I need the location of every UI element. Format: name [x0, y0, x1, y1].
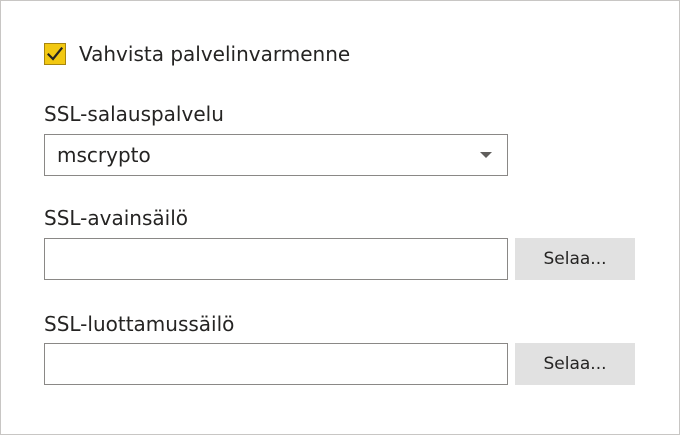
ssl-key-store-label: SSL-avainsäilö — [44, 206, 189, 230]
verify-server-certificate-checkbox[interactable] — [44, 43, 66, 65]
ssl-crypto-provider-select[interactable]: mscrypto — [44, 134, 508, 176]
ssl-crypto-provider-label: SSL-salauspalvelu — [44, 102, 224, 126]
ssl-trust-store-input[interactable] — [44, 343, 508, 385]
ssl-crypto-provider-value: mscrypto — [57, 143, 151, 167]
verify-server-certificate-option[interactable]: Vahvista palvelinvarmenne — [44, 42, 350, 66]
ssl-key-store-input[interactable] — [44, 238, 508, 280]
ssl-options-panel: Vahvista palvelinvarmenne SSL-salauspalv… — [0, 0, 680, 435]
verify-server-certificate-label: Vahvista palvelinvarmenne — [79, 42, 351, 66]
checkmark-icon — [47, 47, 63, 61]
ssl-trust-store-label: SSL-luottamussäilö — [44, 312, 235, 336]
ssl-key-store-browse-button[interactable]: Selaa... — [515, 238, 635, 280]
chevron-down-icon — [480, 152, 492, 158]
ssl-trust-store-browse-button[interactable]: Selaa... — [515, 343, 635, 385]
